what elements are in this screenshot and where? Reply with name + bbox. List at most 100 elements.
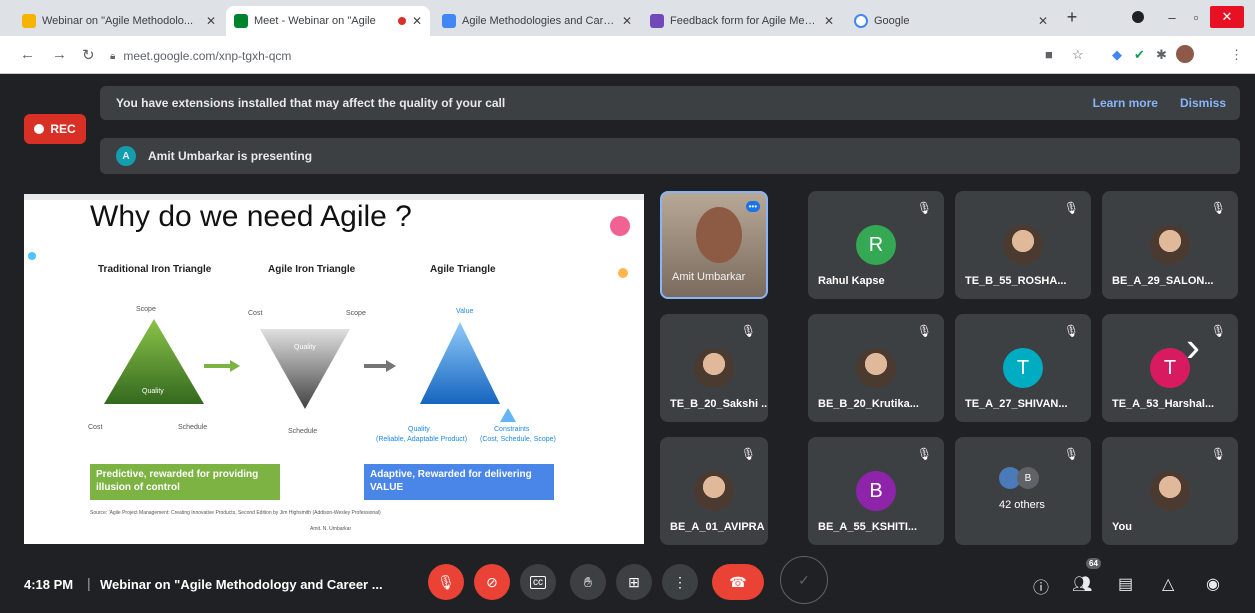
mic-muted-icon: 🎙︎ <box>916 201 932 215</box>
back-icon[interactable]: ← <box>20 46 35 63</box>
people-count-badge: 64 <box>1086 558 1101 569</box>
cost-label: Cost <box>88 424 103 431</box>
close-tab-icon[interactable]: ✕ <box>1038 14 1048 28</box>
dismiss-button[interactable]: Dismiss <box>1180 96 1226 110</box>
reload-icon[interactable]: ↻ <box>82 46 95 64</box>
close-tab-icon[interactable]: ✕ <box>206 14 216 28</box>
info-icon[interactable]: ⓘ <box>1033 574 1049 598</box>
presenter-video <box>696 207 742 263</box>
url-field[interactable]: 🔒︎ meet.google.com/xnp-tgxh-qcm <box>110 43 1030 69</box>
forward-icon[interactable]: → <box>52 46 67 63</box>
close-tab-icon[interactable]: ✕ <box>412 14 422 28</box>
camera-icon[interactable]: ■ <box>1045 47 1053 62</box>
more-options-icon[interactable]: ••• <box>745 201 760 212</box>
camera-off-button[interactable]: ⊘ <box>474 564 510 600</box>
avatar <box>1150 225 1190 265</box>
new-tab-button[interactable]: + <box>1060 6 1084 28</box>
participant-tile[interactable]: 🎙︎ T TE_A_53_Harshal... <box>1102 314 1238 422</box>
extension-icon[interactable]: ◆ <box>1112 47 1122 63</box>
participant-name: BE_B_20_Krutika... <box>818 398 919 410</box>
warning-text: You have extensions installed that may a… <box>116 96 506 110</box>
close-tab-icon[interactable]: ✕ <box>824 14 834 28</box>
meeting-title: Webinar on "Agile Methodology and Career… <box>100 577 383 592</box>
grey-triangle <box>260 329 350 409</box>
blue-triangle <box>420 322 500 404</box>
participant-tile[interactable]: 🎙︎ B 42 others <box>955 437 1091 545</box>
participant-name: BE_A_01_AVIPRA ... <box>670 521 768 533</box>
meet-icon <box>234 14 248 28</box>
close-tab-icon[interactable]: ✕ <box>622 14 632 28</box>
participant-tile[interactable]: ••• Amit Umbarkar <box>660 191 768 299</box>
tab-title: Feedback form for Agile Meth... <box>670 15 818 27</box>
menu-kebab-icon[interactable]: ⋮ <box>1230 47 1243 63</box>
meet-stage: You have extensions installed that may a… <box>0 74 1255 613</box>
quality-label: Quality <box>142 388 164 395</box>
mic-off-button[interactable]: 🎙︎ <box>428 564 464 600</box>
hangup-icon: ☎︎ <box>729 573 747 590</box>
presentation-slide: Why do we need Agile ? Traditional Iron … <box>24 194 644 544</box>
mic-muted-icon: 🎙︎ <box>1210 447 1226 461</box>
more-options-button[interactable]: ⋮ <box>662 564 698 600</box>
mic-muted-icon: 🎙︎ <box>740 447 756 461</box>
participant-tile[interactable]: 🎙︎ B BE_A_55_KSHITI... <box>808 437 944 545</box>
browser-tab-meet[interactable]: Meet - Webinar on "Agile ✕ <box>226 6 430 36</box>
minimize-icon[interactable]: – <box>1162 6 1182 28</box>
participant-tile[interactable]: 🎙︎ BE_A_29_SALON... <box>1102 191 1238 299</box>
restore-icon[interactable]: ▫ <box>1186 6 1206 28</box>
bookmark-star-icon[interactable]: ☆ <box>1072 47 1084 63</box>
participant-name: You <box>1112 521 1132 533</box>
participant-tile[interactable]: 🎙︎ T TE_A_27_SHIVAN... <box>955 314 1091 422</box>
participant-tile[interactable]: 🎙︎ R Rahul Kapse <box>808 191 944 299</box>
lock-icon: 🔒︎ <box>110 50 116 62</box>
kebab-icon: ⋮ <box>673 573 687 590</box>
browser-tab-feedback[interactable]: Feedback form for Agile Meth... ✕ <box>642 6 842 36</box>
browser-tab-agile-doc[interactable]: Agile Methodologies and Care... ✕ <box>434 6 640 36</box>
presenter-avatar: A <box>116 146 136 166</box>
forms-icon <box>650 14 664 28</box>
puzzle-icon[interactable]: ✱ <box>1156 47 1167 63</box>
schedule-label: Schedule <box>178 424 208 431</box>
avatar[interactable] <box>1176 45 1194 63</box>
tab-title: Webinar on "Agile Methodolo... <box>42 15 194 27</box>
camera-off-icon: ⊘ <box>486 573 498 590</box>
address-bar: ← → ↻ 🔒︎ meet.google.com/xnp-tgxh-qcm ■ … <box>0 36 1255 74</box>
recording-dot-icon <box>397 17 406 25</box>
participant-tile[interactable]: 🎙︎ You <box>1102 437 1238 545</box>
avatar <box>1150 471 1190 511</box>
mic-muted-icon: 🎙︎ <box>1063 324 1079 338</box>
participant-tile[interactable]: 🎙︎ BE_B_20_Krutika... <box>808 314 944 422</box>
avatar: B <box>856 471 896 511</box>
captions-icon: cc <box>530 575 546 589</box>
join-check-button[interactable]: ✓ <box>780 556 828 604</box>
check-extension-icon[interactable]: ✔ <box>1134 47 1145 63</box>
present-button[interactable]: ⊞ <box>616 564 652 600</box>
leave-call-button[interactable]: ☎︎ <box>712 564 764 600</box>
divider: | <box>87 575 91 591</box>
mic-muted-icon: 🎙︎ <box>1063 201 1079 215</box>
small-triangle <box>500 408 516 422</box>
arrow-head <box>230 360 240 372</box>
activities-icon[interactable]: △ <box>1162 574 1174 594</box>
people-icon[interactable]: 👥︎ <box>1072 574 1092 594</box>
recording-badge: REC <box>24 114 86 144</box>
participant-tile[interactable]: 🎙︎ TE_B_55_ROSHA... <box>955 191 1091 299</box>
chat-icon[interactable]: ▤ <box>1118 574 1133 594</box>
close-window-icon[interactable]: ✕ <box>1210 6 1244 28</box>
avatar: B <box>1017 467 1039 489</box>
learn-more-link[interactable]: Learn more <box>1093 96 1158 110</box>
mic-muted-icon: 🎙︎ <box>740 324 756 338</box>
browser-tab-google[interactable]: Google ✕ <box>846 6 1056 36</box>
avatar <box>694 348 734 388</box>
participant-tile[interactable]: 🎙︎ BE_A_01_AVIPRA ... <box>660 437 768 545</box>
raise-hand-button[interactable]: ✋︎ <box>570 564 606 600</box>
browser-tab-webinar[interactable]: Webinar on "Agile Methodolo... ✕ <box>14 6 224 36</box>
avatar <box>856 348 896 388</box>
captions-button[interactable]: cc <box>520 564 556 600</box>
quality-label: Quality <box>294 344 316 351</box>
profile-circle-icon[interactable] <box>1130 6 1146 28</box>
next-page-chevron-icon[interactable]: › <box>1186 326 1200 368</box>
avatar: T <box>1003 348 1043 388</box>
participant-tile[interactable]: 🎙︎ TE_B_20_Sakshi ... <box>660 314 768 422</box>
predictive-box: Predictive, rewarded for providing illus… <box>90 464 280 500</box>
host-controls-icon[interactable]: ◉ <box>1206 574 1220 594</box>
